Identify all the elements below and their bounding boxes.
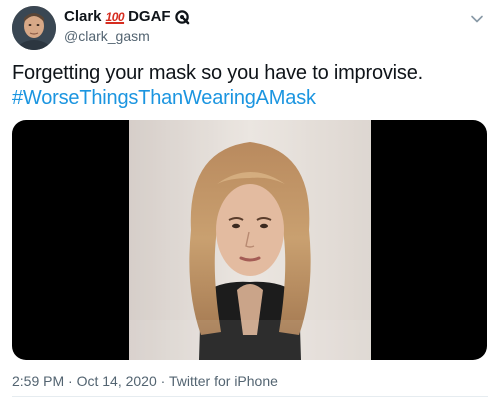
quote-badge-icon — [174, 9, 189, 24]
gif-media[interactable] — [12, 120, 487, 360]
gif-image-graphic — [129, 120, 371, 360]
chevron-down-icon[interactable] — [468, 10, 486, 28]
author-name-row[interactable]: Clark 100 DGAF — [64, 8, 190, 26]
tweet-body: Forgetting your mask so you have to impr… — [12, 62, 423, 84]
tweet-source[interactable]: Twitter for iPhone — [169, 373, 278, 389]
hashtag-link[interactable]: #WorseThingsThanWearingAMask — [12, 86, 488, 111]
avatar-icon — [12, 6, 56, 50]
tweet-text: Forgetting your mask so you have to impr… — [12, 61, 488, 111]
meta-separator: · — [68, 373, 73, 389]
divider — [12, 396, 488, 397]
tweet-time[interactable]: 2:59 PM — [12, 373, 64, 389]
hundred-emoji-icon: 100 — [105, 10, 125, 24]
author-name[interactable]: Clark — [64, 8, 102, 26]
tweet-date[interactable]: Oct 14, 2020 — [77, 373, 157, 389]
author-name-suffix[interactable]: DGAF — [128, 8, 171, 26]
gif-image — [129, 120, 371, 360]
tweet-meta: 2:59 PM · Oct 14, 2020 · Twitter for iPh… — [12, 373, 278, 390]
meta-separator-2: · — [160, 373, 166, 389]
author-handle[interactable]: @clark_gasm — [64, 28, 150, 45]
tweet-card: Clark 100 DGAF @clark_gasm Forgetting yo… — [0, 0, 500, 400]
avatar[interactable] — [12, 6, 56, 50]
